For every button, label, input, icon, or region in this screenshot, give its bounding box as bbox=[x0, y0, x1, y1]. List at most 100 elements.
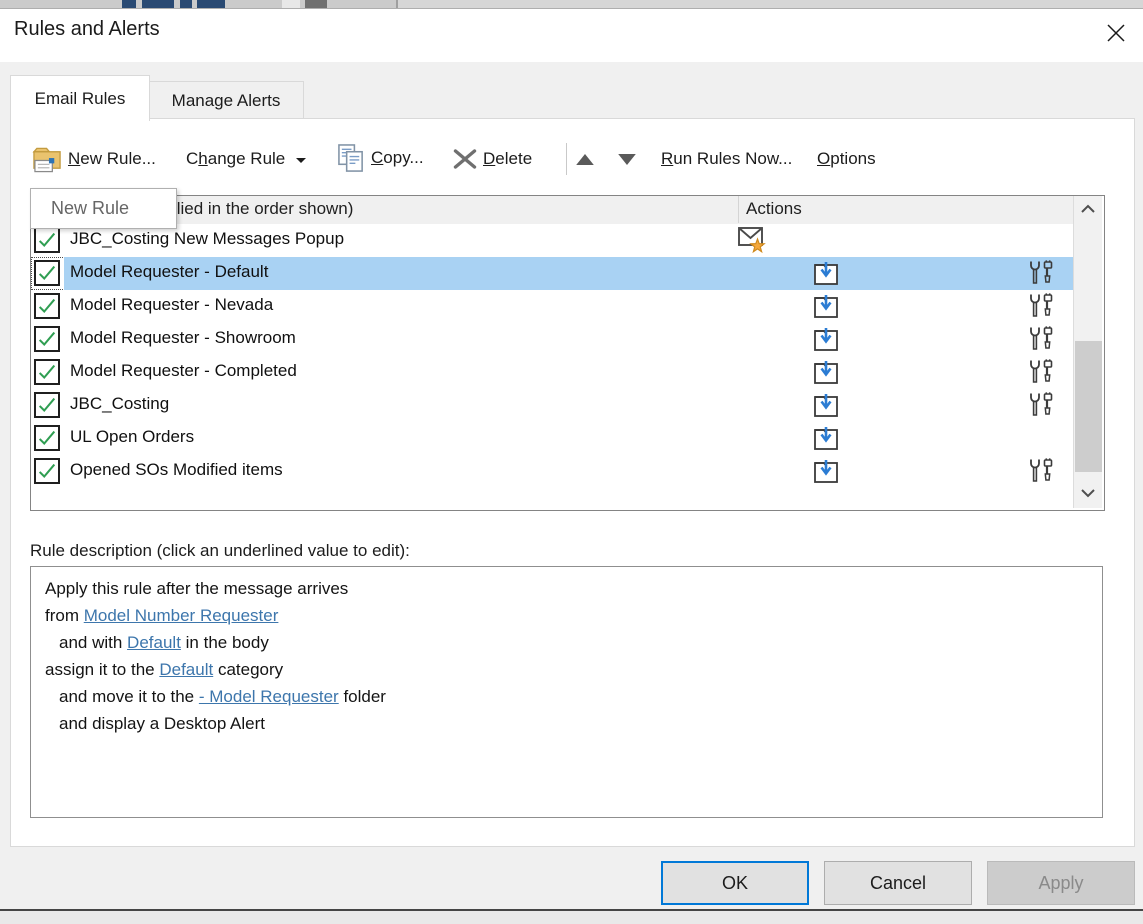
toolbar-separator bbox=[566, 143, 567, 175]
new-rule-icon bbox=[32, 145, 63, 174]
list-scrollbar[interactable] bbox=[1073, 196, 1102, 508]
rule-row-selected[interactable]: Model Requester - Default bbox=[31, 257, 1073, 290]
change-rule-button[interactable]: Change Rule bbox=[186, 140, 307, 178]
rule-name: JBC_Costing bbox=[70, 394, 170, 413]
background-fragment bbox=[282, 0, 300, 8]
close-icon bbox=[1106, 23, 1126, 43]
rule-name: JBC_Costing New Messages Popup bbox=[70, 229, 345, 248]
ok-button[interactable]: OK bbox=[661, 861, 809, 905]
options-label: Options bbox=[817, 149, 876, 168]
move-to-folder-icon bbox=[813, 260, 839, 286]
body-keyword-link[interactable]: Default bbox=[127, 633, 181, 652]
rule-enabled-checkbox[interactable] bbox=[34, 227, 60, 253]
rule-enabled-checkbox[interactable] bbox=[34, 392, 60, 418]
description-line: and move it to the - Model Requester fol… bbox=[59, 687, 386, 706]
tab-label: Email Rules bbox=[34, 88, 126, 108]
checkmark-icon bbox=[36, 460, 58, 482]
rule-description-label: Rule description (click an underlined va… bbox=[30, 541, 410, 560]
category-value-link[interactable]: Default bbox=[159, 660, 213, 679]
new-rule-label: New Rule... bbox=[68, 149, 156, 168]
tab-email-rules[interactable]: Email Rules bbox=[10, 75, 150, 121]
checkmark-icon bbox=[36, 361, 58, 383]
checkmark-icon bbox=[36, 229, 58, 251]
move-to-folder-icon bbox=[813, 359, 839, 385]
new-rule-button[interactable]: New Rule... bbox=[32, 140, 156, 178]
tools-icon bbox=[1027, 326, 1055, 352]
tab-manage-alerts[interactable]: Manage Alerts bbox=[148, 81, 304, 121]
move-to-folder-icon bbox=[813, 392, 839, 418]
delete-button[interactable]: Delete bbox=[452, 140, 532, 178]
move-to-folder-icon bbox=[813, 425, 839, 451]
rules-and-alerts-dialog: Rules and Alerts Manage Alerts Email Rul… bbox=[0, 0, 1143, 924]
rule-row[interactable]: Opened SOs Modified items bbox=[31, 455, 1073, 488]
description-line: and display a Desktop Alert bbox=[59, 714, 266, 733]
tab-label: Manage Alerts bbox=[171, 91, 281, 110]
delete-x-icon bbox=[452, 146, 478, 172]
rule-row[interactable]: Model Requester - Completed bbox=[31, 356, 1073, 389]
column-separator bbox=[738, 196, 739, 223]
sender-value-link[interactable]: Model Number Requester bbox=[84, 606, 279, 625]
cancel-button[interactable]: Cancel bbox=[824, 861, 972, 905]
scroll-down-icon[interactable] bbox=[1080, 488, 1096, 498]
change-rule-label: Change Rule bbox=[186, 149, 286, 168]
rule-name: UL Open Orders bbox=[70, 427, 195, 446]
description-line: and with Default in the body bbox=[59, 633, 269, 652]
rule-enabled-checkbox[interactable] bbox=[34, 326, 60, 352]
tools-icon bbox=[1027, 458, 1055, 484]
rule-row[interactable]: JBC_Costing bbox=[31, 389, 1073, 422]
checkmark-icon bbox=[36, 328, 58, 350]
options-button[interactable]: Options bbox=[817, 140, 876, 178]
checkmark-icon bbox=[36, 394, 58, 416]
background-text-fragment bbox=[180, 0, 192, 8]
tools-icon bbox=[1027, 359, 1055, 385]
tools-icon bbox=[1027, 392, 1055, 418]
rule-enabled-checkbox[interactable] bbox=[34, 359, 60, 385]
folder-value-link[interactable]: - Model Requester bbox=[199, 687, 339, 706]
background-text-fragment bbox=[142, 0, 174, 8]
move-to-folder-icon bbox=[813, 326, 839, 352]
copy-button[interactable]: Copy... bbox=[337, 139, 424, 177]
background-fragment bbox=[398, 0, 1143, 8]
rule-name: Model Requester - Completed bbox=[70, 361, 297, 380]
move-rule-up-button[interactable] bbox=[576, 140, 594, 178]
move-rule-down-button[interactable] bbox=[618, 140, 636, 178]
background-fragment bbox=[305, 0, 327, 8]
rules-list-header: Rule (applied in the order shown) Action… bbox=[31, 196, 1102, 225]
rules-list: Rule (applied in the order shown) Action… bbox=[30, 195, 1105, 511]
rule-name: Opened SOs Modified items bbox=[70, 460, 283, 479]
desktop-alert-icon bbox=[737, 226, 767, 254]
checkmark-icon bbox=[36, 262, 58, 284]
rule-row[interactable]: Model Requester - Showroom bbox=[31, 323, 1073, 356]
move-to-folder-icon bbox=[813, 293, 839, 319]
delete-label: Delete bbox=[483, 149, 533, 168]
rule-row[interactable]: Model Requester - Nevada bbox=[31, 290, 1073, 323]
scroll-up-icon[interactable] bbox=[1080, 204, 1096, 214]
rule-row[interactable]: JBC_Costing New Messages Popup bbox=[31, 224, 1073, 257]
new-rule-tooltip: New Rule bbox=[30, 188, 177, 229]
move-to-folder-icon bbox=[813, 458, 839, 484]
run-rules-now-button[interactable]: Run Rules Now... bbox=[661, 140, 792, 178]
rule-enabled-checkbox[interactable] bbox=[34, 293, 60, 319]
chevron-down-icon bbox=[296, 158, 307, 163]
background-text-fragment bbox=[197, 0, 225, 8]
rule-name: Model Requester - Default bbox=[70, 262, 269, 281]
checkmark-icon bbox=[36, 295, 58, 317]
rule-enabled-checkbox[interactable] bbox=[34, 260, 60, 286]
rule-enabled-checkbox[interactable] bbox=[34, 458, 60, 484]
checkmark-icon bbox=[36, 427, 58, 449]
triangle-up-icon bbox=[576, 154, 594, 165]
background-text-fragment bbox=[122, 0, 136, 8]
actions-column-header: Actions bbox=[746, 199, 802, 218]
rule-enabled-checkbox[interactable] bbox=[34, 425, 60, 451]
copy-icon bbox=[337, 143, 366, 174]
rule-description-box: Apply this rule after the message arrive… bbox=[30, 566, 1103, 818]
scrollbar-thumb[interactable] bbox=[1075, 341, 1102, 472]
close-button[interactable] bbox=[1101, 18, 1131, 48]
rule-row[interactable]: UL Open Orders bbox=[31, 422, 1073, 455]
tools-icon bbox=[1027, 293, 1055, 319]
background-bottom-strip bbox=[0, 911, 1143, 924]
tooltip-text: New Rule bbox=[51, 198, 130, 218]
triangle-down-icon bbox=[618, 154, 636, 165]
rule-name: Model Requester - Nevada bbox=[70, 295, 274, 314]
dialog-title: Rules and Alerts bbox=[14, 18, 160, 40]
